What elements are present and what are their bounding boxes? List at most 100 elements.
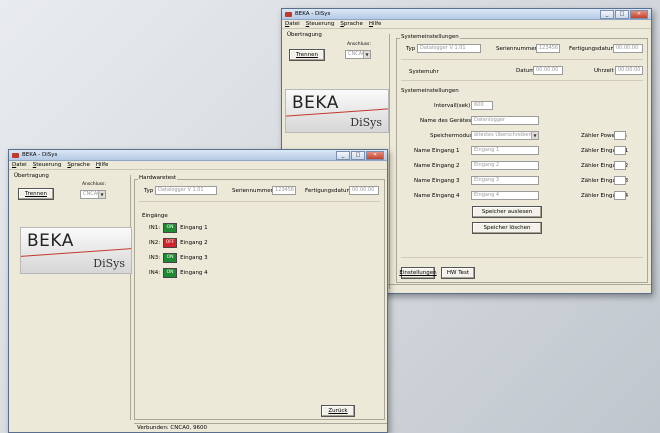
date-label: Fertigungsdatum [305,188,352,194]
storage-mode-value: ältestes Überschreiben [474,132,532,138]
input-state-badge: ON [163,223,178,233]
date-field: 00.00.00 [349,186,379,195]
system-settings-group: Systemeinstellungen Typ Datalogger V 1.0… [396,34,648,283]
menu-steuerung[interactable]: Steuerung [306,21,335,27]
hardware-test-group: Hardwaretest Typ Datalogger V 1.01 Serie… [134,175,385,420]
logo-brand: BEKA [27,231,74,251]
input-name-label: Name Eingang 4 [414,193,460,199]
input-id: IN4: [149,270,161,276]
date-label: Fertigungsdatum [569,46,616,52]
menu-sprache[interactable]: Sprache [340,21,363,27]
maximize-icon[interactable]: □ [615,9,629,19]
input-name-label: Name Eingang 1 [414,148,460,154]
back-window-title: BEKA - DiSys [295,11,331,17]
settings-button[interactable]: Einstellungen [399,267,437,279]
input-name: Eingang 4 [180,270,208,276]
menu-steuerung[interactable]: Steuerung [33,162,62,168]
divider [139,201,380,202]
close-icon[interactable]: ✕ [366,150,384,160]
input-id: IN1: [149,225,161,231]
transfer-label: Übertragung [286,32,323,38]
back-button[interactable]: Zurück [321,405,355,417]
front-window-title: BEKA - DiSys [22,152,58,158]
input-counter-field [614,191,626,200]
date-field: 00.00.00 [613,44,643,53]
input-name: Eingang 1 [180,225,208,231]
read-memory-label: Speicher auslesen [481,209,533,215]
disconnect-button[interactable]: Trennen [18,188,54,200]
menu-hilfe[interactable]: Hilfe [369,21,382,27]
input-counter-field [614,146,626,155]
clock-label: Systemuhr [409,69,439,75]
storage-mode-label: Speichermodus [430,133,473,139]
input-name: Eingang 3 [180,255,208,261]
menu-sprache[interactable]: Sprache [67,162,90,168]
input-name-field[interactable]: Eingang 1 [471,146,539,155]
input-name-field[interactable]: Eingang 4 [471,191,539,200]
serial-field: 123456 [272,186,296,195]
interval-label: Intervall(sek) [434,103,471,109]
system-settings-label: Systemeinstellungen [400,34,460,40]
hw-test-button[interactable]: HW Test [441,267,475,279]
datum-field: 00.00.00 [533,66,563,75]
datum-label: Datum [516,68,535,74]
input-status-row-1: IN1: ON Eingang 1 [149,223,208,233]
input-name: Eingang 2 [180,240,208,246]
port-label: Anschluss: [82,182,106,187]
hw-test-label: HW Test [446,270,470,276]
divider [401,80,643,81]
logo-product: DiSys [350,116,382,129]
maximize-icon[interactable]: □ [351,150,365,160]
menu-datei[interactable]: Datei [285,21,300,27]
close-icon[interactable]: ✕ [630,9,648,19]
serial-field: 123456 [536,44,560,53]
front-window: BEKA - DiSys _ □ ✕ Datei Steuerung Sprac… [8,149,388,433]
beka-logo: BEKA DiSys [285,89,389,133]
device-name-label: Name des Gerätes [420,118,472,124]
input-status-row-3: IN3: ON Eingang 3 [149,253,208,263]
front-title-bar: BEKA - DiSys _ □ ✕ [9,150,387,161]
type-field: Datalogger V 1.01 [155,186,217,195]
minimize-icon[interactable]: _ [600,9,614,19]
input-counter-field [614,176,626,185]
port-select[interactable]: CNCA0 ▼ [80,190,106,199]
storage-mode-select[interactable]: ältestes Überschreiben ▼ [471,131,539,140]
clear-memory-label: Speicher löschen [483,225,531,231]
type-label: Typ [144,188,154,194]
app-icon [285,11,292,17]
divider [401,257,643,258]
beka-logo: BEKA DiSys [20,227,132,274]
device-name-field[interactable]: Datenlogger [471,116,539,125]
settings-button-label: Einstellungen [399,270,437,276]
interval-field[interactable]: 600 [471,101,493,110]
serial-label: Seriennummer [496,46,537,52]
app-icon [12,152,19,158]
time-label: Uhrzeit [594,68,614,74]
logo-brand: BEKA [292,93,339,113]
input-state-badge: OFF [163,238,178,248]
port-label: Anschluss: [347,42,371,47]
disconnect-button[interactable]: Trennen [289,49,325,61]
input-name-label: Name Eingang 2 [414,163,460,169]
clear-memory-button[interactable]: Speicher löschen [472,222,542,234]
logo-product: DiSys [93,257,125,270]
hardware-test-label: Hardwaretest [138,175,178,181]
input-name-field[interactable]: Eingang 3 [471,176,539,185]
input-name-field[interactable]: Eingang 2 [471,161,539,170]
front-status-bar: Verbunden: CNCA0, 9600 [134,423,387,432]
chevron-down-icon: ▼ [98,191,105,198]
transfer-label: Übertragung [13,173,50,179]
minimize-icon[interactable]: _ [336,150,350,160]
menu-hilfe[interactable]: Hilfe [96,162,109,168]
input-counter-field [614,161,626,170]
power-on-counter-field [614,131,626,140]
port-select[interactable]: CNCA0 ▼ [345,50,371,59]
back-title-bar: BEKA - DiSys _ □ ✕ [282,9,651,20]
read-memory-button[interactable]: Speicher auslesen [472,206,542,218]
chevron-down-icon: ▼ [363,51,370,58]
back-menubar: Datei Steuerung Sprache Hilfe [282,20,651,29]
input-name-label: Name Eingang 3 [414,178,460,184]
menu-datei[interactable]: Datei [12,162,27,168]
type-field: Datalogger V 1.01 [417,44,481,53]
time-field: 00:00:00 [615,66,643,75]
